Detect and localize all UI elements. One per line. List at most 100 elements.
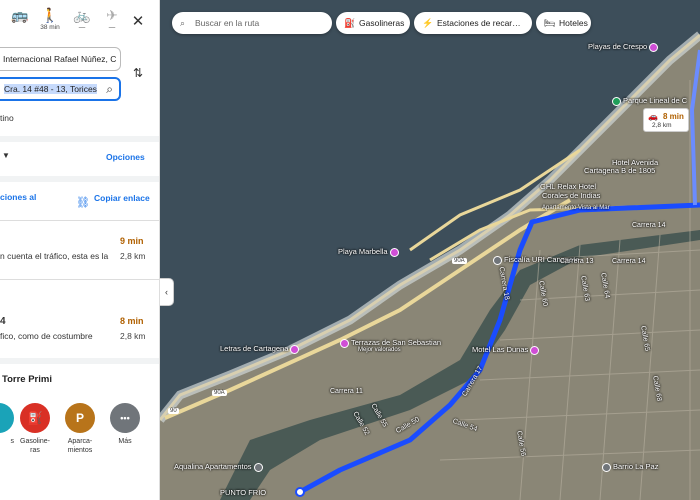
badge-time: 8 min (663, 112, 684, 121)
road-shield: 90 (168, 408, 179, 414)
poi-parque-lineal-label: Parque Lineal de C (623, 96, 688, 105)
poi-punto-frio-label: PUNTO FRIO (220, 488, 267, 497)
poi-ghl-relax-label: GHL Relax Hotel (540, 182, 596, 191)
walk-icon: 🚶 (41, 7, 59, 23)
poi-motel[interactable]: Motel Las Dunas (472, 345, 541, 355)
poi-cartagena-1805[interactable]: Cartagena B de 1805 (584, 166, 655, 175)
building-icon (493, 255, 502, 265)
poi-vista-mar[interactable]: Apartamento Vista al Mar (542, 205, 610, 211)
poi-letras[interactable]: Letras de Cartagena (220, 344, 301, 354)
poi-barrio-paz-label: Barrio La Paz (613, 462, 659, 471)
nearby-gas[interactable]: ⛽ Gasoline- ras (18, 403, 52, 455)
mode-flight[interactable]: ✈ — (98, 6, 126, 38)
ev-charger-icon: ⚡ (422, 18, 434, 28)
poi-terrazas-label: Terrazas de San Sebastian (351, 338, 442, 347)
swap-icon[interactable]: ⇅ (129, 64, 147, 82)
route-2-title: 4 (0, 316, 6, 327)
hotels-label: Hoteles (559, 18, 588, 28)
search-icon[interactable]: ⌕ (106, 79, 113, 99)
poi-corales[interactable]: Corales de Indias (542, 191, 600, 200)
route-start-marker[interactable] (295, 487, 305, 497)
origin-field[interactable]: Internacional Rafael Núñez, C (0, 47, 121, 71)
camera-icon (389, 247, 399, 257)
street-label: Carrera 14 (632, 222, 666, 229)
hotel-icon (340, 338, 349, 348)
poi-corales-label: Corales de Indias (542, 191, 601, 200)
route-search-input[interactable]: ⌕ Buscar en la ruta (172, 12, 332, 34)
directions-panel: 🚌 🚶 38 min 🚲 — ✈ — ✕ Internacional Rafae… (0, 0, 160, 500)
route-1-desc: n cuenta el tráfico, esta es la (0, 251, 109, 261)
route-time-badge[interactable]: 🚗 8 min 2,8 km (643, 108, 689, 132)
route-search-placeholder: Buscar en la ruta (195, 18, 260, 28)
street-label: Carrera 13 (560, 258, 594, 265)
link-icon: ⛓ (76, 197, 90, 209)
building-icon (253, 462, 263, 472)
charging-stations-chip[interactable]: ⚡ Estaciones de recar… (414, 12, 532, 34)
car-icon: 🚗 (648, 112, 658, 121)
poi-cartagena-1805-label: Cartagena B de 1805 (584, 166, 656, 175)
road-shield: 90A (212, 390, 227, 396)
send-to-phone-link[interactable]: ciones al (0, 192, 36, 202)
poi-playas-crespo[interactable]: Playas de Crespo (588, 42, 660, 52)
nearby-parking[interactable]: P Aparca- mientos (63, 403, 97, 455)
poi-vista-mar-label: Apartamento Vista al Mar (542, 205, 610, 211)
poi-ghl-relax[interactable]: GHL Relax Hotel (540, 182, 596, 191)
camera-icon (649, 42, 659, 52)
collapse-panel-button[interactable]: ‹ (160, 278, 174, 306)
nearby-gas-label-2: ras (30, 447, 40, 454)
poi-terrazas-sub: Mejor valorados (358, 347, 401, 353)
nearby-item[interactable]: s (0, 403, 16, 446)
neighborhood-icon (602, 462, 611, 472)
destination-field[interactable]: Cra. 14 #48 - 13, Torices ⌕ (0, 77, 121, 101)
add-destination[interactable]: tino (0, 113, 14, 123)
route-2-desc: fico, como de costumbre (0, 331, 93, 341)
close-icon[interactable]: ✕ (130, 14, 146, 30)
poi-motel-label: Motel Las Dunas (472, 345, 529, 354)
badge-distance: 2,8 km (652, 122, 672, 129)
poi-barrio-paz[interactable]: Barrio La Paz (602, 462, 658, 472)
hotels-chip[interactable]: 🛏 Hoteles (536, 12, 591, 34)
nearby-item-label: s (10, 438, 15, 445)
travel-mode-bar: 🚌 🚶 38 min 🚲 — ✈ — ✕ (0, 6, 159, 38)
poi-aqualina-label: Aqualina Apartamentos (174, 462, 252, 471)
flight-time: — (108, 24, 116, 31)
mode-bike[interactable]: 🚲 — (68, 6, 96, 38)
route-2-time: 8 min (120, 316, 144, 326)
divider (0, 358, 159, 364)
mode-walk[interactable]: 🚶 38 min (36, 6, 64, 38)
poi-parque-lineal[interactable]: Parque Lineal de C (612, 96, 687, 106)
route-1-time: 9 min (120, 236, 144, 246)
copy-link-button[interactable]: Copiar enlace (94, 192, 154, 204)
divider (0, 279, 159, 280)
destination-text: Cra. 14 #48 - 13, Torices (4, 84, 97, 94)
gas-stations-chip[interactable]: ⛽ Gasolineras (336, 12, 410, 34)
nearby-more-label: Más (118, 438, 132, 445)
poi-playa-marbella[interactable]: Playa Marbella (338, 247, 401, 257)
poi-playas-crespo-label: Playas de Crespo (588, 42, 648, 51)
street-label: Carrera 11 (330, 388, 363, 395)
charging-stations-label: Estaciones de recar… (437, 18, 521, 28)
parking-icon: P (65, 403, 95, 433)
more-icon: ••• (110, 403, 140, 433)
nearby-parking-label-2: mientos (67, 447, 93, 454)
bike-icon: 🚲 (73, 7, 91, 23)
walk-time: 38 min (40, 24, 60, 31)
route-1-distance: 2,8 km (120, 251, 146, 261)
poi-letras-label: Letras de Cartagena (220, 344, 289, 353)
chevron-down-icon[interactable]: ▼ (2, 151, 10, 160)
nearby-parking-label-1: Aparca- (67, 438, 93, 445)
gas-station-icon: ⛽ (344, 18, 356, 28)
mode-transit[interactable]: 🚌 (6, 6, 34, 38)
map-canvas[interactable]: Playas de Crespo Parque Lineal de C Hote… (160, 0, 700, 500)
route-2-distance: 2,8 km (120, 331, 146, 341)
hotel-icon: 🛏 (544, 18, 556, 28)
nearby-more[interactable]: ••• Más (108, 403, 142, 446)
road-shield: 90A (452, 258, 467, 264)
bike-time: — (78, 24, 86, 31)
options-button[interactable]: Opciones (106, 152, 145, 162)
poi-terrazas-sub-label: Mejor valorados (358, 347, 401, 353)
poi-playa-marbella-label: Playa Marbella (338, 247, 388, 256)
divider (0, 220, 159, 221)
poi-aqualina[interactable]: Aqualina Apartamentos (174, 462, 265, 472)
poi-punto-frio[interactable]: PUNTO FRIO (220, 488, 266, 497)
